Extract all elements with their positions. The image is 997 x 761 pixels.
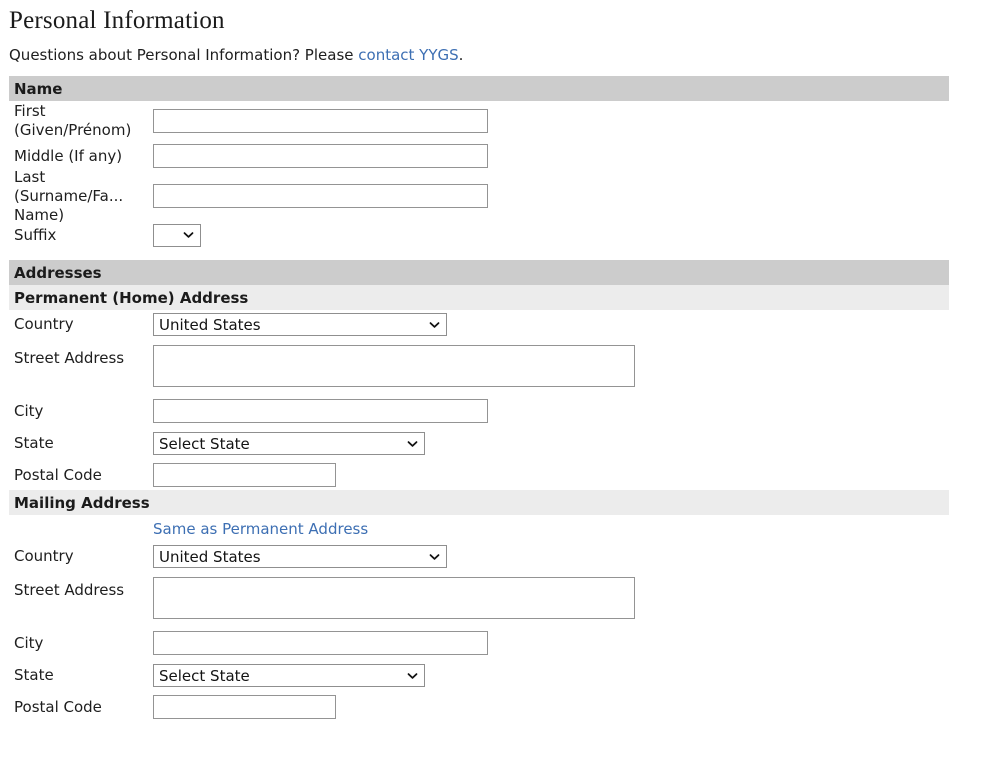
permanent-street-textarea[interactable] <box>153 345 635 387</box>
same-as-permanent-address-link[interactable]: Same as Permanent Address <box>153 520 368 538</box>
form-row-middle-name: Middle (If any) <box>0 141 997 171</box>
intro-suffix: . <box>458 46 464 64</box>
mailing-city-label: City <box>14 633 44 652</box>
permanent-country-control: United States <box>153 313 447 336</box>
section-header-name-label: Name <box>14 79 63 98</box>
mailing-street-label: Street Address <box>14 581 125 599</box>
mailing-country-select-value: United States <box>159 547 261 566</box>
permanent-state-label: State <box>14 434 54 452</box>
middle-name-control <box>153 144 488 168</box>
intro-text: Questions about Personal Information? Pl… <box>0 36 997 65</box>
mailing-street-textarea[interactable] <box>153 577 635 619</box>
page-title: Personal Information <box>9 7 225 34</box>
mailing-state-label: State <box>14 666 54 684</box>
personal-information-page: Personal Information Questions about Per… <box>0 0 997 722</box>
middle-name-label: Middle (If any) <box>14 146 123 165</box>
subsection-header-mailing-address: Mailing Address <box>9 490 949 515</box>
form-row-permanent-postal: Postal Code <box>0 460 997 490</box>
permanent-postal-label: Postal Code <box>14 465 102 484</box>
same-as-permanent-control: Same as Permanent Address <box>153 520 368 538</box>
section-header-name: Name <box>9 76 949 101</box>
subsection-header-permanent-address-label: Permanent (Home) Address <box>14 288 249 307</box>
permanent-state-select-value: Select State <box>159 434 250 453</box>
last-name-input[interactable] <box>153 184 488 208</box>
form-row-mailing-city: City <box>0 627 997 659</box>
chevron-down-icon <box>183 230 194 241</box>
form-row-permanent-street: Street Address <box>0 339 997 395</box>
middle-name-input[interactable] <box>153 144 488 168</box>
form-row-same-as-permanent: Same as Permanent Address <box>0 515 997 542</box>
form-row-mailing-country: Country United States <box>0 542 997 571</box>
permanent-postal-control <box>153 463 336 487</box>
permanent-country-label: Country <box>14 315 74 333</box>
mailing-city-input[interactable] <box>153 631 488 655</box>
section-header-addresses: Addresses <box>9 260 949 285</box>
chevron-down-icon <box>429 551 440 562</box>
first-name-input[interactable] <box>153 109 488 133</box>
section-header-addresses-label: Addresses <box>14 263 102 282</box>
contact-yygs-link[interactable]: contact YYGS <box>358 46 458 64</box>
form-row-permanent-state: State Select State <box>0 427 997 460</box>
mailing-country-select[interactable]: United States <box>153 545 447 568</box>
mailing-state-select[interactable]: Select State <box>153 664 425 687</box>
suffix-control <box>153 223 201 247</box>
permanent-country-select[interactable]: United States <box>153 313 447 336</box>
subsection-header-mailing-address-label: Mailing Address <box>14 493 150 512</box>
suffix-select[interactable] <box>153 223 201 247</box>
form-row-permanent-city: City <box>0 395 997 427</box>
form-row-mailing-postal: Postal Code <box>0 692 997 722</box>
last-name-control <box>153 184 488 208</box>
permanent-state-control: Select State <box>153 432 425 455</box>
form-row-first-name: First (Given/Prénom) <box>0 101 997 141</box>
intro-prefix: Questions about Personal Information? Pl… <box>9 46 359 64</box>
last-name-label: Last (Surname/Fa... Name) <box>14 167 124 224</box>
form-row-permanent-country: Country United States <box>0 310 997 339</box>
mailing-city-control <box>153 631 488 655</box>
mailing-postal-label: Postal Code <box>14 697 102 716</box>
permanent-country-select-value: United States <box>159 315 261 334</box>
permanent-street-label: Street Address <box>14 349 125 367</box>
subsection-header-permanent-address: Permanent (Home) Address <box>9 285 949 310</box>
form-row-mailing-state: State Select State <box>0 659 997 692</box>
mailing-state-select-value: Select State <box>159 666 250 685</box>
permanent-postal-input[interactable] <box>153 463 336 487</box>
first-name-control <box>153 109 488 133</box>
permanent-state-select[interactable]: Select State <box>153 432 425 455</box>
form-row-last-name: Last (Surname/Fa... Name) <box>0 168 997 224</box>
form-row-suffix: Suffix <box>0 221 997 249</box>
mailing-country-label: Country <box>14 547 74 565</box>
chevron-down-icon <box>429 319 440 330</box>
mailing-postal-input[interactable] <box>153 695 336 719</box>
mailing-postal-control <box>153 695 336 719</box>
permanent-city-label: City <box>14 401 44 420</box>
form-row-mailing-street: Street Address <box>0 571 997 627</box>
first-name-label: First (Given/Prénom) <box>14 102 132 139</box>
chevron-down-icon <box>407 670 418 681</box>
permanent-city-input[interactable] <box>153 399 488 423</box>
mailing-street-control <box>153 577 635 619</box>
permanent-street-control <box>153 345 635 387</box>
permanent-city-control <box>153 399 488 423</box>
mailing-country-control: United States <box>153 545 447 568</box>
mailing-state-control: Select State <box>153 664 425 687</box>
suffix-label: Suffix <box>14 225 57 244</box>
chevron-down-icon <box>407 438 418 449</box>
